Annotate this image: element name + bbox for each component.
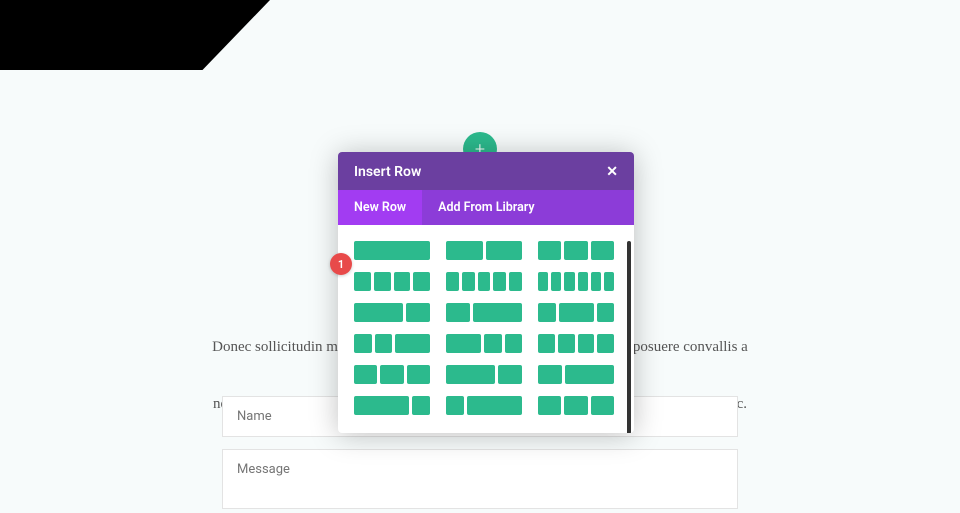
layout-column — [498, 365, 522, 384]
scrollbar[interactable] — [627, 241, 631, 433]
layout-column — [551, 272, 561, 291]
layout-column — [446, 396, 464, 415]
layout-column — [354, 241, 430, 260]
modal-header: Insert Row ✕ — [338, 152, 634, 190]
layout-column — [538, 241, 561, 260]
header-black-shape — [0, 0, 270, 70]
layout-row-group — [354, 396, 618, 415]
column-layout-option[interactable] — [354, 334, 430, 353]
layout-column — [407, 365, 430, 384]
layout-options-panel — [338, 225, 634, 433]
column-layout-option[interactable] — [446, 241, 522, 260]
column-layout-option[interactable] — [538, 365, 614, 384]
layout-column — [578, 272, 588, 291]
layout-column — [564, 396, 587, 415]
tab-new-row[interactable]: New Row — [338, 190, 422, 225]
column-layout-option[interactable] — [446, 396, 522, 415]
layout-column — [538, 365, 562, 384]
layout-column — [354, 396, 409, 415]
message-field[interactable] — [222, 449, 738, 509]
layout-column — [446, 272, 459, 291]
column-layout-option[interactable] — [538, 272, 614, 291]
layout-column — [354, 365, 377, 384]
layout-column — [446, 303, 470, 322]
column-layout-option[interactable] — [354, 303, 430, 322]
layout-column — [604, 272, 614, 291]
layout-column — [565, 365, 614, 384]
layout-column — [591, 241, 614, 260]
column-layout-option[interactable] — [538, 241, 614, 260]
layout-column — [354, 272, 371, 291]
column-layout-option[interactable] — [354, 365, 430, 384]
layout-column — [473, 303, 522, 322]
layout-row-group — [354, 334, 618, 353]
column-layout-option[interactable] — [446, 272, 522, 291]
layout-column — [354, 334, 372, 353]
layout-column — [538, 303, 556, 322]
column-layout-option[interactable] — [538, 396, 614, 415]
layout-column — [374, 272, 391, 291]
layout-column — [413, 272, 430, 291]
layout-column — [591, 396, 614, 415]
close-icon[interactable]: ✕ — [606, 164, 618, 180]
layout-column — [446, 365, 495, 384]
badge-number: 1 — [338, 258, 344, 271]
layout-column — [462, 272, 475, 291]
layout-column — [538, 272, 548, 291]
layout-column — [375, 334, 393, 353]
layout-column — [559, 303, 594, 322]
layout-row-group — [354, 241, 618, 260]
column-layout-option[interactable] — [446, 334, 522, 353]
layout-row-group — [354, 365, 618, 384]
layout-column — [486, 241, 523, 260]
layout-column — [467, 396, 522, 415]
modal-tabs: New Row Add From Library — [338, 190, 634, 225]
tab-add-from-library[interactable]: Add From Library — [422, 190, 550, 225]
layout-column — [538, 396, 561, 415]
layout-column — [564, 272, 574, 291]
layout-column — [380, 365, 403, 384]
column-layout-option[interactable] — [538, 303, 614, 322]
layout-row-group — [354, 303, 618, 322]
layout-column — [509, 272, 522, 291]
layout-column — [597, 303, 615, 322]
layout-column — [446, 241, 483, 260]
column-layout-option[interactable] — [354, 272, 430, 291]
layout-column — [591, 272, 601, 291]
column-layout-option[interactable] — [354, 241, 430, 260]
column-layout-option[interactable] — [446, 365, 522, 384]
layout-column — [578, 334, 595, 353]
layout-column — [412, 396, 430, 415]
layout-column — [446, 334, 481, 353]
layout-column — [406, 303, 430, 322]
layout-column — [597, 334, 614, 353]
step-badge: 1 — [330, 253, 352, 275]
layout-column — [558, 334, 575, 353]
column-layout-option[interactable] — [354, 396, 430, 415]
layout-column — [395, 334, 430, 353]
layout-column — [538, 334, 555, 353]
column-layout-option[interactable] — [538, 334, 614, 353]
layout-column — [484, 334, 502, 353]
layout-column — [478, 272, 491, 291]
layout-column — [564, 241, 587, 260]
layout-row-group — [354, 272, 618, 291]
column-layout-option[interactable] — [446, 303, 522, 322]
layout-column — [354, 303, 403, 322]
modal-title: Insert Row — [354, 164, 421, 180]
layout-column — [505, 334, 523, 353]
layout-column — [394, 272, 411, 291]
layout-column — [493, 272, 506, 291]
insert-row-modal: Insert Row ✕ New Row Add From Library — [338, 152, 634, 433]
